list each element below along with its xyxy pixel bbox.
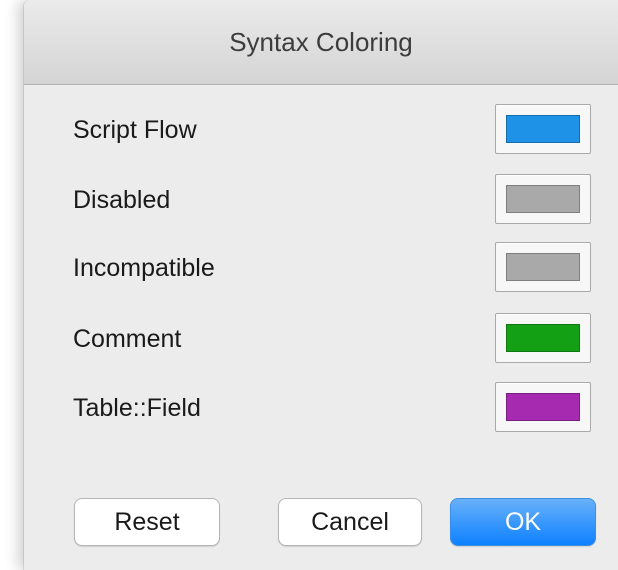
syntax-coloring-dialog: Syntax Coloring Script Flow Disabled Inc… [24, 0, 618, 570]
color-well-disabled[interactable] [495, 174, 591, 224]
row-label: Script Flow [73, 116, 197, 144]
row-label: Disabled [73, 186, 171, 214]
ok-button[interactable]: OK [450, 498, 596, 546]
row-table-field: Table::Field [24, 378, 618, 438]
color-well-incompatible[interactable] [495, 242, 591, 292]
color-well-comment[interactable] [495, 313, 591, 363]
row-incompatible: Incompatible [24, 238, 618, 298]
row-comment: Comment [24, 309, 618, 369]
color-swatch [506, 115, 580, 143]
color-swatch [506, 185, 580, 213]
color-swatch [506, 393, 580, 421]
cancel-button[interactable]: Cancel [278, 498, 422, 546]
reset-button[interactable]: Reset [74, 498, 220, 546]
row-label: Comment [73, 325, 182, 353]
row-script-flow: Script Flow [24, 100, 618, 160]
color-swatch [506, 253, 580, 281]
row-label: Table::Field [73, 394, 201, 422]
row-label: Incompatible [73, 254, 215, 282]
color-well-table-field[interactable] [495, 382, 591, 432]
title-bar[interactable]: Syntax Coloring [24, 0, 618, 85]
color-swatch [506, 324, 580, 352]
color-well-script-flow[interactable] [495, 104, 591, 154]
row-disabled: Disabled [24, 170, 618, 230]
dialog-title: Syntax Coloring [229, 27, 413, 57]
